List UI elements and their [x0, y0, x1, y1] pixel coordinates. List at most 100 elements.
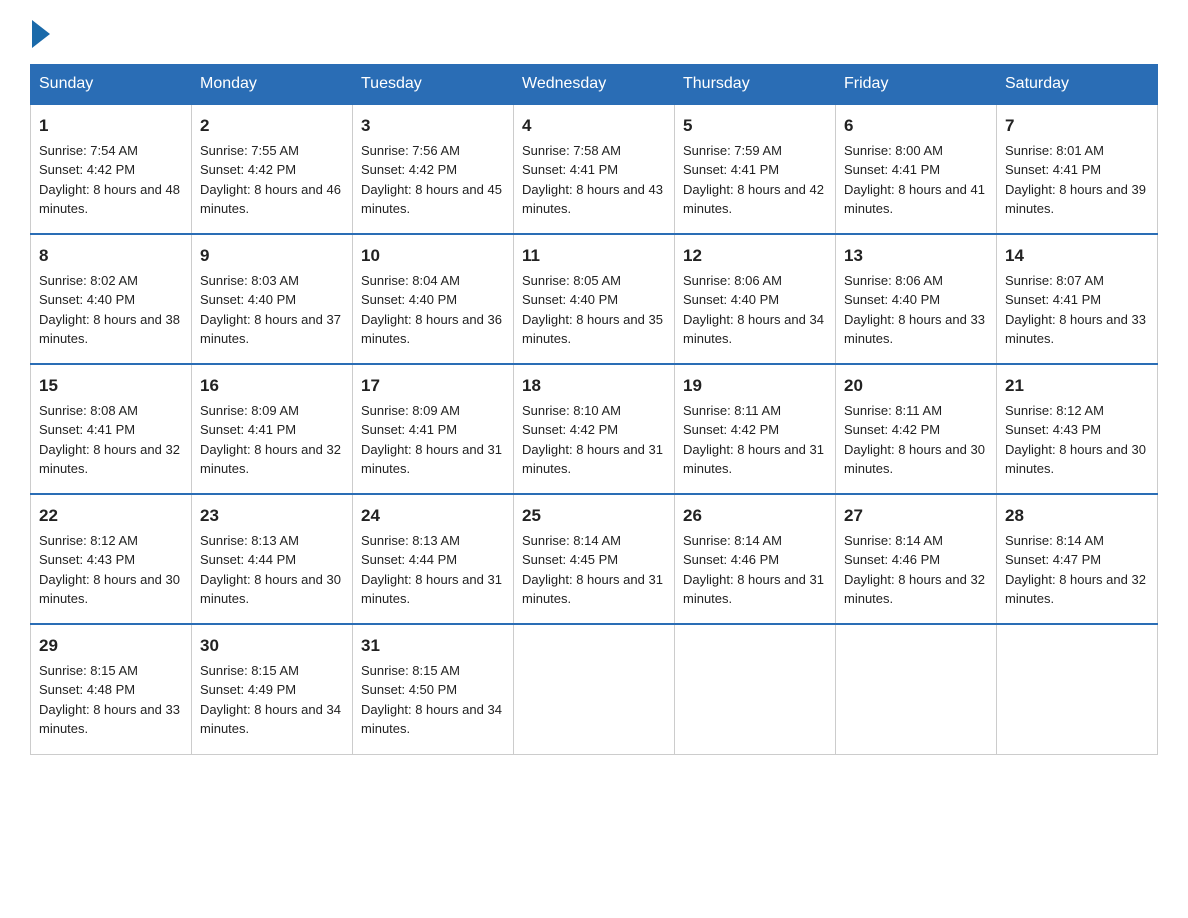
calendar-cell: 4 Sunrise: 7:58 AM Sunset: 4:41 PM Dayli…	[514, 104, 675, 234]
sunrise-label: Sunrise: 8:13 AM	[361, 533, 460, 548]
sunset-label: Sunset: 4:45 PM	[522, 552, 618, 567]
day-number: 23	[200, 503, 344, 529]
calendar-cell: 19 Sunrise: 8:11 AM Sunset: 4:42 PM Dayl…	[675, 364, 836, 494]
sunrise-label: Sunrise: 8:15 AM	[200, 663, 299, 678]
sunset-label: Sunset: 4:42 PM	[39, 162, 135, 177]
calendar-cell: 24 Sunrise: 8:13 AM Sunset: 4:44 PM Dayl…	[353, 494, 514, 624]
daylight-label: Daylight: 8 hours and 31 minutes.	[361, 572, 502, 607]
day-number: 19	[683, 373, 827, 399]
calendar-cell: 28 Sunrise: 8:14 AM Sunset: 4:47 PM Dayl…	[997, 494, 1158, 624]
sunset-label: Sunset: 4:40 PM	[39, 292, 135, 307]
sunset-label: Sunset: 4:47 PM	[1005, 552, 1101, 567]
sunrise-label: Sunrise: 8:06 AM	[844, 273, 943, 288]
day-number: 16	[200, 373, 344, 399]
sunset-label: Sunset: 4:41 PM	[39, 422, 135, 437]
sunrise-label: Sunrise: 8:09 AM	[361, 403, 460, 418]
week-row-1: 1 Sunrise: 7:54 AM Sunset: 4:42 PM Dayli…	[31, 104, 1158, 234]
sunrise-label: Sunrise: 8:12 AM	[39, 533, 138, 548]
day-number: 1	[39, 113, 183, 139]
sunrise-label: Sunrise: 8:15 AM	[361, 663, 460, 678]
daylight-label: Daylight: 8 hours and 36 minutes.	[361, 312, 502, 347]
day-number: 12	[683, 243, 827, 269]
sunrise-label: Sunrise: 8:01 AM	[1005, 143, 1104, 158]
sunrise-label: Sunrise: 8:14 AM	[683, 533, 782, 548]
calendar-cell: 20 Sunrise: 8:11 AM Sunset: 4:42 PM Dayl…	[836, 364, 997, 494]
calendar-cell: 17 Sunrise: 8:09 AM Sunset: 4:41 PM Dayl…	[353, 364, 514, 494]
sunrise-label: Sunrise: 8:09 AM	[200, 403, 299, 418]
calendar-cell: 25 Sunrise: 8:14 AM Sunset: 4:45 PM Dayl…	[514, 494, 675, 624]
calendar-cell: 27 Sunrise: 8:14 AM Sunset: 4:46 PM Dayl…	[836, 494, 997, 624]
calendar-cell: 12 Sunrise: 8:06 AM Sunset: 4:40 PM Dayl…	[675, 234, 836, 364]
daylight-label: Daylight: 8 hours and 42 minutes.	[683, 182, 824, 217]
calendar-cell: 3 Sunrise: 7:56 AM Sunset: 4:42 PM Dayli…	[353, 104, 514, 234]
day-number: 15	[39, 373, 183, 399]
calendar-cell: 13 Sunrise: 8:06 AM Sunset: 4:40 PM Dayl…	[836, 234, 997, 364]
sunrise-label: Sunrise: 8:14 AM	[522, 533, 621, 548]
day-number: 28	[1005, 503, 1149, 529]
calendar-cell: 7 Sunrise: 8:01 AM Sunset: 4:41 PM Dayli…	[997, 104, 1158, 234]
daylight-label: Daylight: 8 hours and 45 minutes.	[361, 182, 502, 217]
calendar-cell: 22 Sunrise: 8:12 AM Sunset: 4:43 PM Dayl…	[31, 494, 192, 624]
daylight-label: Daylight: 8 hours and 34 minutes.	[683, 312, 824, 347]
day-number: 21	[1005, 373, 1149, 399]
calendar-cell: 1 Sunrise: 7:54 AM Sunset: 4:42 PM Dayli…	[31, 104, 192, 234]
daylight-label: Daylight: 8 hours and 32 minutes.	[39, 442, 180, 477]
sunset-label: Sunset: 4:42 PM	[200, 162, 296, 177]
sunrise-label: Sunrise: 7:54 AM	[39, 143, 138, 158]
sunrise-label: Sunrise: 8:04 AM	[361, 273, 460, 288]
calendar-cell: 2 Sunrise: 7:55 AM Sunset: 4:42 PM Dayli…	[192, 104, 353, 234]
header-tuesday: Tuesday	[353, 65, 514, 105]
calendar-cell	[836, 624, 997, 754]
sunset-label: Sunset: 4:41 PM	[683, 162, 779, 177]
header-thursday: Thursday	[675, 65, 836, 105]
daylight-label: Daylight: 8 hours and 37 minutes.	[200, 312, 341, 347]
header-friday: Friday	[836, 65, 997, 105]
sunrise-label: Sunrise: 8:11 AM	[844, 403, 942, 418]
sunset-label: Sunset: 4:48 PM	[39, 682, 135, 697]
day-number: 2	[200, 113, 344, 139]
sunrise-label: Sunrise: 8:05 AM	[522, 273, 621, 288]
daylight-label: Daylight: 8 hours and 31 minutes.	[361, 442, 502, 477]
sunset-label: Sunset: 4:40 PM	[522, 292, 618, 307]
calendar-cell: 9 Sunrise: 8:03 AM Sunset: 4:40 PM Dayli…	[192, 234, 353, 364]
daylight-label: Daylight: 8 hours and 32 minutes.	[1005, 572, 1146, 607]
sunrise-label: Sunrise: 8:00 AM	[844, 143, 943, 158]
sunset-label: Sunset: 4:42 PM	[522, 422, 618, 437]
daylight-label: Daylight: 8 hours and 30 minutes.	[844, 442, 985, 477]
day-number: 26	[683, 503, 827, 529]
page-header	[30, 20, 1158, 44]
calendar-cell: 31 Sunrise: 8:15 AM Sunset: 4:50 PM Dayl…	[353, 624, 514, 754]
sunset-label: Sunset: 4:42 PM	[361, 162, 457, 177]
calendar-cell: 10 Sunrise: 8:04 AM Sunset: 4:40 PM Dayl…	[353, 234, 514, 364]
daylight-label: Daylight: 8 hours and 30 minutes.	[200, 572, 341, 607]
calendar-cell: 26 Sunrise: 8:14 AM Sunset: 4:46 PM Dayl…	[675, 494, 836, 624]
sunrise-label: Sunrise: 8:15 AM	[39, 663, 138, 678]
sunset-label: Sunset: 4:41 PM	[200, 422, 296, 437]
sunset-label: Sunset: 4:44 PM	[200, 552, 296, 567]
week-row-5: 29 Sunrise: 8:15 AM Sunset: 4:48 PM Dayl…	[31, 624, 1158, 754]
sunset-label: Sunset: 4:44 PM	[361, 552, 457, 567]
calendar-cell: 21 Sunrise: 8:12 AM Sunset: 4:43 PM Dayl…	[997, 364, 1158, 494]
sunrise-label: Sunrise: 8:08 AM	[39, 403, 138, 418]
calendar-cell: 6 Sunrise: 8:00 AM Sunset: 4:41 PM Dayli…	[836, 104, 997, 234]
daylight-label: Daylight: 8 hours and 39 minutes.	[1005, 182, 1146, 217]
week-row-2: 8 Sunrise: 8:02 AM Sunset: 4:40 PM Dayli…	[31, 234, 1158, 364]
sunset-label: Sunset: 4:50 PM	[361, 682, 457, 697]
sunrise-label: Sunrise: 8:14 AM	[844, 533, 943, 548]
week-row-4: 22 Sunrise: 8:12 AM Sunset: 4:43 PM Dayl…	[31, 494, 1158, 624]
calendar-cell: 8 Sunrise: 8:02 AM Sunset: 4:40 PM Dayli…	[31, 234, 192, 364]
daylight-label: Daylight: 8 hours and 33 minutes.	[39, 702, 180, 737]
day-number: 17	[361, 373, 505, 399]
sunrise-label: Sunrise: 8:13 AM	[200, 533, 299, 548]
sunset-label: Sunset: 4:41 PM	[361, 422, 457, 437]
calendar-cell	[514, 624, 675, 754]
sunset-label: Sunset: 4:41 PM	[1005, 162, 1101, 177]
daylight-label: Daylight: 8 hours and 31 minutes.	[683, 442, 824, 477]
daylight-label: Daylight: 8 hours and 46 minutes.	[200, 182, 341, 217]
calendar-cell: 30 Sunrise: 8:15 AM Sunset: 4:49 PM Dayl…	[192, 624, 353, 754]
calendar-cell	[997, 624, 1158, 754]
day-number: 11	[522, 243, 666, 269]
sunrise-label: Sunrise: 8:06 AM	[683, 273, 782, 288]
sunrise-label: Sunrise: 8:03 AM	[200, 273, 299, 288]
calendar-cell: 5 Sunrise: 7:59 AM Sunset: 4:41 PM Dayli…	[675, 104, 836, 234]
